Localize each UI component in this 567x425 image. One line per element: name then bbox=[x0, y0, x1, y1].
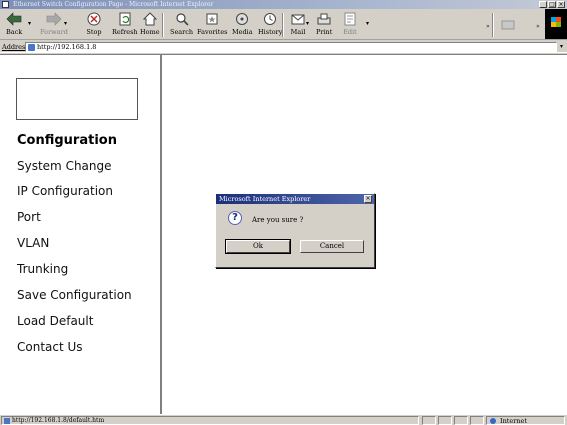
search-icon bbox=[174, 11, 190, 27]
confirm-dialog: Microsoft Internet Explorer × ? Are you … bbox=[215, 193, 375, 268]
back-arrow-icon bbox=[6, 11, 22, 27]
favorites-button[interactable]: Favorites bbox=[197, 11, 228, 39]
forward-arrow-icon bbox=[46, 11, 62, 27]
back-dropdown-icon[interactable]: ▾ bbox=[28, 20, 31, 27]
windows-flag-icon bbox=[551, 17, 561, 27]
history-button[interactable]: History bbox=[258, 11, 282, 39]
nav-link-vlan[interactable]: VLAN bbox=[17, 236, 49, 250]
window-title: Ethernet Switch Configuration Page - Mic… bbox=[13, 1, 214, 8]
links-icon[interactable] bbox=[500, 17, 516, 33]
status-panel: http://192.168.1.8/default.htm bbox=[1, 416, 419, 425]
nav-link-port[interactable]: Port bbox=[17, 210, 41, 224]
dialog-close-button[interactable]: × bbox=[364, 195, 372, 203]
nav-menu: Configuration System Change IP Configura… bbox=[17, 133, 132, 354]
links-chevron-icon[interactable]: » bbox=[536, 23, 540, 30]
dialog-title-bar: Microsoft Internet Explorer × bbox=[216, 194, 374, 204]
window-title-bar: Ethernet Switch Configuration Page - Mic… bbox=[0, 0, 567, 9]
cancel-button[interactable]: Cancel bbox=[300, 240, 364, 253]
logo-frame bbox=[16, 78, 138, 120]
toolbar-separator bbox=[492, 13, 494, 37]
home-icon bbox=[142, 11, 158, 27]
maximize-button[interactable]: □ bbox=[548, 1, 556, 8]
window-controls: _ □ × bbox=[539, 1, 565, 8]
forward-dropdown-icon[interactable]: ▾ bbox=[64, 20, 67, 27]
ie-icon bbox=[2, 1, 9, 8]
status-cell bbox=[470, 416, 484, 425]
history-icon bbox=[262, 11, 278, 27]
refresh-icon bbox=[117, 11, 133, 27]
windows-logo bbox=[545, 9, 567, 39]
address-input[interactable]: http://192.168.1.8 bbox=[25, 42, 557, 52]
minimize-button[interactable]: _ bbox=[539, 1, 547, 8]
status-bar: http://192.168.1.8/default.htm Internet bbox=[0, 414, 567, 425]
status-cell bbox=[422, 416, 436, 425]
status-cell bbox=[454, 416, 468, 425]
nav-link-trunking[interactable]: Trunking bbox=[17, 262, 68, 276]
mail-button[interactable]: Mail bbox=[290, 11, 306, 39]
navigation-frame: Configuration System Change IP Configura… bbox=[0, 55, 162, 414]
stop-icon bbox=[86, 11, 102, 27]
address-dropdown-icon[interactable]: ▾ bbox=[557, 41, 566, 52]
stop-button[interactable]: Stop bbox=[86, 11, 102, 39]
edit-dropdown-icon[interactable]: ▾ bbox=[366, 20, 369, 27]
favorites-icon bbox=[204, 11, 220, 27]
nav-link-ip-configuration[interactable]: IP Configuration bbox=[17, 184, 113, 198]
nav-link-save-configuration[interactable]: Save Configuration bbox=[17, 288, 132, 302]
home-button[interactable]: Home bbox=[140, 11, 160, 39]
nav-link-system-change[interactable]: System Change bbox=[17, 159, 112, 173]
toolbar-chevron-icon[interactable]: » bbox=[486, 23, 490, 30]
nav-heading: Configuration bbox=[17, 133, 117, 148]
page-icon bbox=[4, 417, 10, 424]
search-button[interactable]: Search bbox=[170, 11, 193, 39]
status-text: http://192.168.1.8/default.htm bbox=[12, 417, 105, 424]
page-icon bbox=[28, 43, 35, 51]
zone-text: Internet bbox=[500, 417, 527, 425]
edit-button[interactable]: Edit bbox=[342, 11, 358, 39]
globe-icon bbox=[490, 418, 496, 424]
dialog-title: Microsoft Internet Explorer bbox=[219, 195, 311, 203]
print-button[interactable]: Print bbox=[316, 11, 332, 39]
media-button[interactable]: Media bbox=[232, 11, 253, 39]
mail-icon bbox=[290, 11, 306, 27]
nav-link-load-default[interactable]: Load Default bbox=[17, 314, 93, 328]
refresh-button[interactable]: Refresh bbox=[112, 11, 138, 39]
printer-icon bbox=[316, 11, 332, 27]
nav-link-contact-us[interactable]: Contact Us bbox=[17, 340, 83, 354]
status-cell bbox=[438, 416, 452, 425]
toolbar-separator bbox=[162, 13, 164, 37]
back-button[interactable]: Back bbox=[6, 11, 22, 39]
mail-dropdown-icon[interactable]: ▾ bbox=[306, 20, 309, 27]
address-url: http://192.168.1.8 bbox=[37, 43, 97, 51]
close-window-button[interactable]: × bbox=[557, 1, 565, 8]
address-bar: Address http://192.168.1.8 bbox=[0, 41, 567, 53]
dialog-message: Are you sure ? bbox=[252, 216, 304, 224]
edit-icon bbox=[342, 11, 358, 27]
toolbar-separator bbox=[282, 13, 284, 37]
media-icon bbox=[234, 11, 250, 27]
browser-toolbar: Back ▾ Forward ▾ Stop Refresh Home Searc… bbox=[0, 9, 567, 40]
ok-button[interactable]: Ok bbox=[225, 239, 291, 254]
question-icon: ? bbox=[228, 211, 242, 225]
